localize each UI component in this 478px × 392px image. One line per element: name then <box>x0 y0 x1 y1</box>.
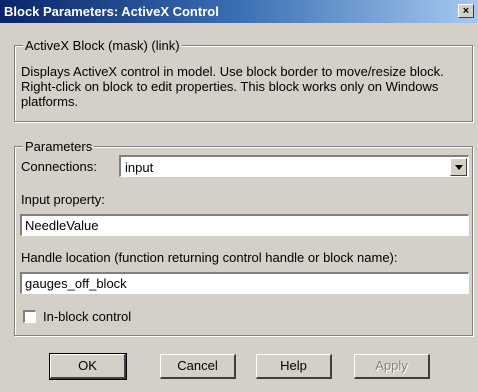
block-description-group: ActiveX Block (mask) (link) Displays Act… <box>14 38 473 122</box>
block-group-legend: ActiveX Block (mask) (link) <box>23 38 182 53</box>
cancel-button[interactable]: Cancel <box>160 354 236 379</box>
input-property-field[interactable]: NeedleValue <box>20 214 469 236</box>
parameters-legend: Parameters <box>23 139 95 154</box>
connections-select[interactable]: input <box>119 155 469 177</box>
window-title: Block Parameters: ActiveX Control <box>4 4 219 19</box>
inblock-control-checkbox[interactable] <box>23 310 36 323</box>
chevron-down-icon <box>455 165 463 170</box>
title-bar: Block Parameters: ActiveX Control × <box>0 0 478 23</box>
apply-button[interactable]: Apply <box>354 354 430 379</box>
help-button[interactable]: Help <box>256 354 332 379</box>
parameters-group: Parameters Connections: input Input prop… <box>14 139 473 336</box>
block-parameters-dialog: Block Parameters: ActiveX Control × Acti… <box>0 0 478 392</box>
close-icon: × <box>462 5 470 17</box>
handle-location-label: Handle location (function returning cont… <box>21 250 398 265</box>
input-property-label: Input property: <box>21 192 105 207</box>
dropdown-button[interactable] <box>450 158 467 176</box>
block-description-text: Displays ActiveX control in model. Use b… <box>21 64 444 109</box>
ok-button[interactable]: OK <box>49 353 127 380</box>
inblock-control-label: In-block control <box>43 309 132 324</box>
connections-label: Connections: <box>21 159 97 174</box>
connections-value: input <box>125 160 154 175</box>
handle-location-field[interactable]: gauges_off_block <box>20 272 469 294</box>
close-button[interactable]: × <box>458 4 474 18</box>
